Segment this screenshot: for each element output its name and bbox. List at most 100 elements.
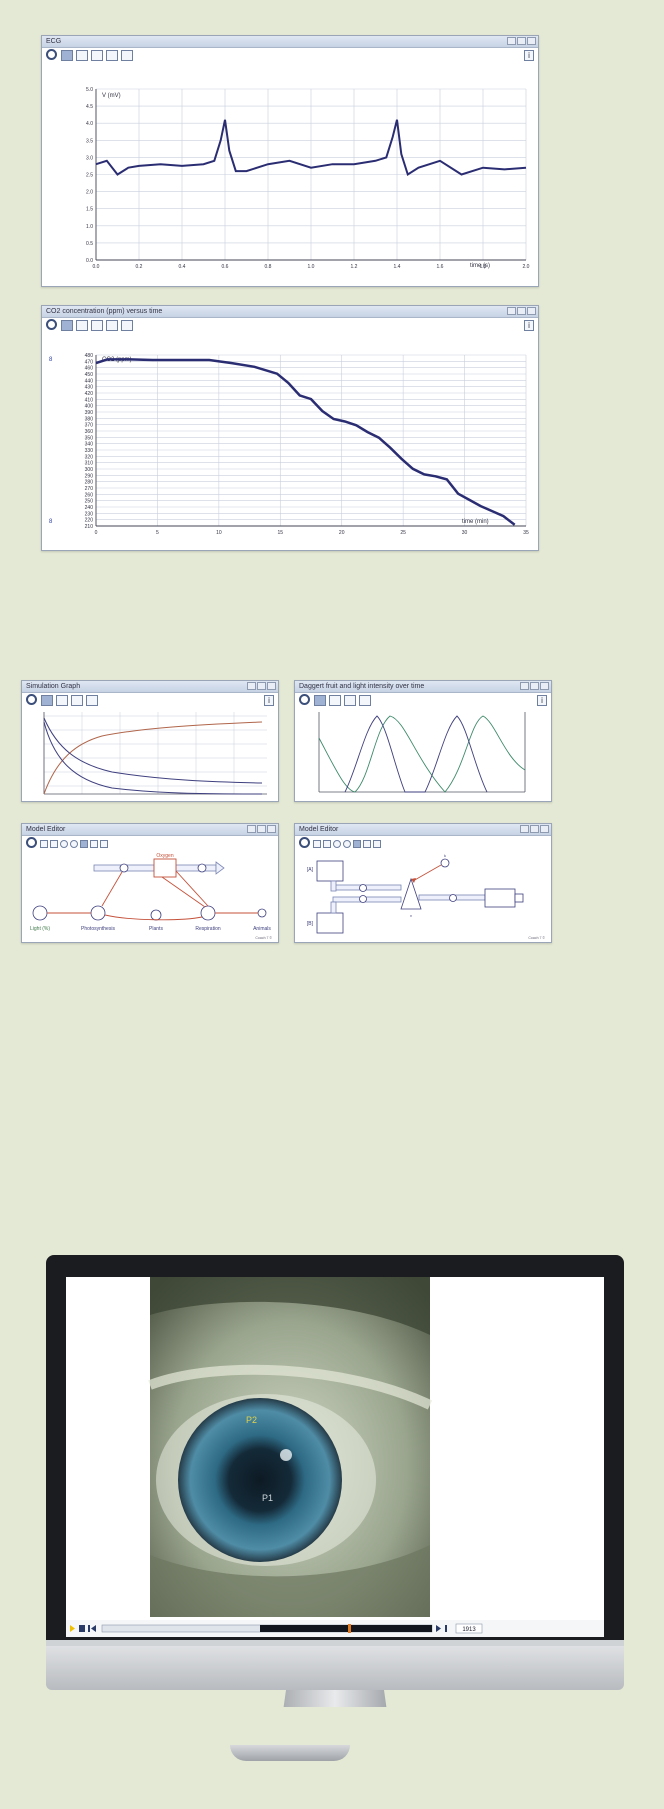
state-tool-icon[interactable] — [313, 839, 321, 848]
cursor-tool-icon[interactable] — [61, 320, 73, 331]
co2-toolbar: i — [42, 318, 538, 333]
minimize-button[interactable] — [507, 307, 516, 315]
y-tick-label: 2.0 — [86, 190, 93, 196]
y-tick-label: 320 — [85, 454, 94, 460]
ecg-window-titlebar[interactable]: ECG — [42, 36, 538, 48]
graph4-titlebar[interactable]: Daggert fruit and light intensity over t… — [295, 681, 551, 693]
respiration-label: Respiration — [195, 926, 221, 932]
slope-tool-icon[interactable] — [91, 50, 103, 61]
maximize-button[interactable] — [530, 682, 539, 690]
scan-tool-icon[interactable] — [76, 50, 88, 61]
connector-tool-icon[interactable] — [353, 839, 361, 848]
variable-tool-icon[interactable] — [333, 839, 341, 848]
y-tick-label: 470 — [85, 359, 94, 365]
zoom-magnifier-icon[interactable] — [298, 837, 311, 850]
animals-label: Animals — [253, 926, 271, 932]
co2-window: CO2 concentration (ppm) versus time i 48… — [41, 305, 539, 551]
minimize-button[interactable] — [520, 682, 529, 690]
timeline-range[interactable] — [260, 1625, 432, 1632]
y-tick-label: 420 — [85, 391, 94, 397]
p1-marker[interactable]: P1 — [262, 1493, 273, 1503]
export-tool-icon[interactable] — [359, 695, 371, 706]
graph-tool-icon[interactable] — [100, 839, 108, 848]
light-curve — [344, 715, 488, 793]
constant-tool-icon[interactable] — [70, 839, 78, 848]
light-label: Light (%) — [30, 926, 50, 932]
y-tick-label: 300 — [85, 467, 94, 473]
zoom-magnifier-icon[interactable] — [298, 694, 311, 707]
daggert-graph-window: Daggert fruit and light intensity over t… — [294, 680, 552, 802]
cursor-tool-icon[interactable] — [61, 50, 73, 61]
graph4-title: Daggert fruit and light intensity over t… — [299, 683, 425, 690]
model1-titlebar[interactable]: Model Editor — [22, 824, 278, 836]
minimize-button[interactable] — [247, 682, 256, 690]
state-tool-icon[interactable] — [40, 839, 48, 848]
minimize-button[interactable] — [247, 825, 256, 833]
info-icon[interactable]: i — [524, 320, 534, 331]
connector-tool-icon[interactable] — [80, 839, 88, 848]
slope-tool-icon[interactable] — [71, 695, 83, 706]
area-tool-icon[interactable] — [106, 50, 118, 61]
export-tool-icon[interactable] — [121, 50, 133, 61]
slope-tool-icon[interactable] — [91, 320, 103, 331]
flow-tool-icon[interactable] — [323, 839, 331, 848]
plants-label: Plants — [149, 926, 163, 932]
close-button[interactable] — [540, 682, 549, 690]
minimize-button[interactable] — [507, 37, 516, 45]
area-tool-icon[interactable] — [106, 320, 118, 331]
minimize-button[interactable] — [520, 825, 529, 833]
close-button[interactable] — [527, 307, 536, 315]
table-tool-icon[interactable] — [363, 839, 371, 848]
skip-end-icon[interactable] — [445, 1625, 447, 1632]
maximize-button[interactable] — [257, 825, 266, 833]
info-icon[interactable]: i — [537, 695, 547, 706]
y-tick-label: 440 — [85, 378, 94, 384]
co2-window-titlebar[interactable]: CO2 concentration (ppm) versus time — [42, 306, 538, 318]
variable-tool-icon[interactable] — [60, 839, 68, 848]
maximize-button[interactable] — [517, 307, 526, 315]
graph-tool-icon[interactable] — [373, 839, 381, 848]
cursor-tool-icon[interactable] — [314, 695, 326, 706]
zoom-magnifier-icon[interactable] — [45, 49, 58, 62]
scan-tool-icon[interactable] — [329, 695, 341, 706]
flow-tool-icon[interactable] — [50, 839, 58, 848]
graph3-titlebar[interactable]: Simulation Graph — [22, 681, 278, 693]
maximize-button[interactable] — [517, 37, 526, 45]
model2-titlebar[interactable]: Model Editor — [295, 824, 551, 836]
stop-icon[interactable] — [79, 1625, 85, 1632]
cursor-tool-icon[interactable] — [41, 695, 53, 706]
scan-tool-icon[interactable] — [76, 320, 88, 331]
info-icon[interactable]: i — [264, 695, 274, 706]
close-button[interactable] — [267, 825, 276, 833]
model1-diagram: Oxygen Light (%) Photosynthesis Plants R… — [30, 853, 272, 940]
x-tick-label: 0.6 — [222, 264, 229, 270]
close-button[interactable] — [267, 682, 276, 690]
x-tick-label: 0 — [95, 530, 98, 536]
close-button[interactable] — [527, 37, 536, 45]
timeline-cursor[interactable] — [348, 1624, 351, 1633]
model2-toolbar — [295, 836, 551, 851]
zoom-magnifier-icon[interactable] — [25, 837, 38, 850]
zoom-magnifier-icon[interactable] — [25, 694, 38, 707]
co2-chart: 4804704604504404304204104003903803703603… — [49, 353, 529, 536]
graph4-toolbar: i — [295, 693, 551, 708]
info-icon[interactable]: i — [524, 50, 534, 61]
constant-tool-icon[interactable] — [343, 839, 351, 848]
slope-tool-icon[interactable] — [344, 695, 356, 706]
y-tick-label: 240 — [85, 505, 94, 511]
export-tool-icon[interactable] — [121, 320, 133, 331]
zoom-magnifier-icon[interactable] — [45, 319, 58, 332]
x-tick-label: 0.4 — [179, 264, 186, 270]
y-tick-label: 410 — [85, 397, 94, 403]
export-tool-icon[interactable] — [86, 695, 98, 706]
skip-start-icon[interactable] — [88, 1625, 90, 1632]
playback-controls: 1913 — [70, 1623, 483, 1634]
daggert-graph — [318, 712, 526, 793]
maximize-button[interactable] — [257, 682, 266, 690]
scan-tool-icon[interactable] — [56, 695, 68, 706]
maximize-button[interactable] — [530, 825, 539, 833]
p2-marker[interactable]: P2 — [246, 1415, 257, 1425]
table-tool-icon[interactable] — [90, 839, 98, 848]
close-button[interactable] — [540, 825, 549, 833]
ecg-y-axis-label: V (mV) — [102, 93, 121, 99]
